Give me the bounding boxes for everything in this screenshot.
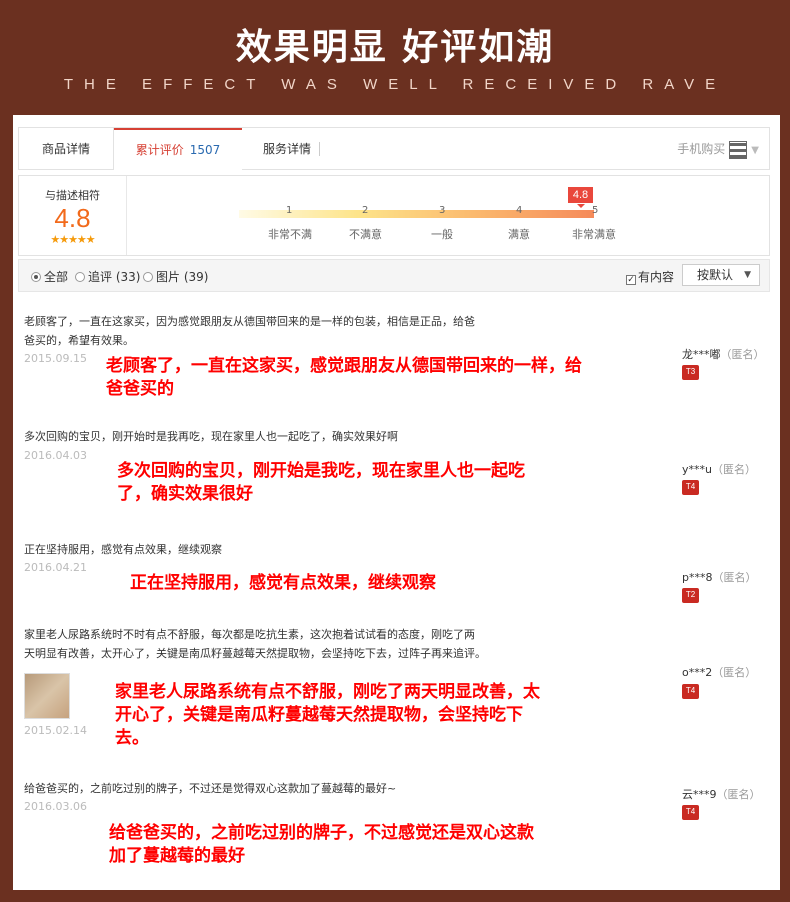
- sort-label: 按默认: [697, 268, 734, 282]
- review-text-line: 多次回购的宝贝，刚开始时是我再吃，现在家里人也一起吃了，确实效果好啊: [24, 430, 398, 443]
- review-count: 1507: [189, 143, 221, 157]
- annotation-line: 多次回购的宝贝，刚开始是我吃，现在家里人也一起吃: [117, 461, 525, 481]
- has-content-label: 有内容: [638, 270, 675, 284]
- tab-bar: 商品详情 累计评价 1507 服务详情 手机购买 ▼: [18, 127, 770, 171]
- reviewer-name[interactable]: 云***9（匿名）: [682, 786, 761, 802]
- filter-append-label: 追评 (33): [88, 270, 141, 284]
- annotation-line: 去。: [115, 728, 149, 748]
- tab-reviews-label: 累计评价: [135, 143, 184, 157]
- reviewer-name[interactable]: p***8（匿名）: [682, 569, 756, 585]
- review-date: 2015.09.15: [24, 352, 87, 365]
- review-date: 2016.03.06: [24, 800, 87, 813]
- review-annotation: 正在坚持服用，感觉有点效果，继续观察: [130, 572, 436, 595]
- tab-product-details[interactable]: 商品详情: [19, 128, 114, 170]
- reviews-panel: 商品详情 累计评价 1507 服务详情 手机购买 ▼ 与描述相符 4.8 ★★★★★…: [13, 115, 780, 890]
- review-annotation: 老顾客了，一直在这家买，感觉跟朋友从德国带回来的一样，给 爸爸买的: [106, 355, 582, 401]
- reviewer-id: y***u: [682, 463, 712, 476]
- annotation-line: 开心了，关键是南瓜籽蔓越莓天然提取物，会坚持吃下: [115, 705, 523, 725]
- annotation-line: 给爸爸买的，之前吃过别的牌子，不过感觉还是双心这款: [109, 823, 534, 843]
- tmall-level-badge: T2: [682, 588, 699, 603]
- tick-label-2: 不满意: [349, 228, 382, 241]
- star-rating-icon: ★★★★★: [50, 233, 95, 246]
- checkmark-icon: ✓: [626, 275, 636, 285]
- filter-append[interactable]: 追评 (33): [75, 268, 140, 285]
- hero-title: 效果明显 好评如潮: [235, 27, 555, 68]
- review-text-line: 家里老人尿路系统时不时有点不舒服，每次都是吃抗生素，这次抱着试试看的态度，刚吃了…: [24, 628, 475, 641]
- review-text: 给爸爸买的，之前吃过别的牌子，不过还是觉得双心这款加了蔓越莓的最好~: [24, 779, 396, 798]
- hero-subtitle: THE EFFECT WAS WELL RECEIVED RAVE: [63, 76, 727, 93]
- tick-5: 5: [592, 205, 599, 216]
- chevron-down-icon: ▼: [744, 270, 751, 280]
- tick-1: 1: [286, 205, 293, 216]
- filter-photos-label: 图片 (39): [156, 270, 209, 284]
- tmall-level-badge: T4: [682, 480, 699, 495]
- reviewer-name[interactable]: o***2（匿名）: [682, 664, 756, 680]
- annotation-line: 家里老人尿路系统有点不舒服，刚吃了两天明显改善，太: [115, 682, 540, 702]
- review-annotation: 给爸爸买的，之前吃过别的牌子，不过感觉还是双心这款 加了蔓越莓的最好: [109, 822, 534, 868]
- reviewer-id: 龙***嘟: [682, 348, 721, 361]
- annotation-line: 了，确实效果很好: [117, 484, 253, 504]
- review-text: 多次回购的宝贝，刚开始时是我再吃，现在家里人也一起吃了，确实效果好啊: [24, 427, 398, 446]
- tmall-level-badge: T4: [682, 805, 699, 820]
- reviewer-name[interactable]: y***u（匿名）: [682, 461, 756, 477]
- annotation-line: 加了蔓越莓的最好: [109, 846, 245, 866]
- filter-photos[interactable]: 图片 (39): [143, 268, 208, 285]
- review-photo-thumbnail[interactable]: [24, 673, 70, 719]
- anonymous-tag: （匿名）: [712, 666, 757, 679]
- annotation-line: 正在坚持服用，感觉有点效果，继续观察: [130, 573, 436, 593]
- tmall-level-badge: T4: [682, 684, 699, 699]
- radio-icon: [143, 272, 153, 282]
- review-text: 老顾客了，一直在这家买，因为感觉跟朋友从德国带回来的是一样的包装，相信是正品，给…: [24, 312, 475, 350]
- tick-label-3: 一般: [431, 228, 453, 241]
- tab-divider: [319, 142, 320, 156]
- mobile-buy-label: 手机购买: [677, 142, 726, 156]
- rating-summary: 与描述相符 4.8 ★★★★★ 4.8 1 2 3 4 5 非常不满 不满意 一…: [18, 175, 770, 256]
- annotation-line: 爸爸买的: [106, 379, 174, 399]
- radio-selected-icon: [31, 272, 41, 282]
- tick-4: 4: [516, 205, 523, 216]
- review-text: 家里老人尿路系统时不时有点不舒服，每次都是吃抗生素，这次抱着试试看的态度，刚吃了…: [24, 625, 486, 663]
- tick-3: 3: [439, 205, 446, 216]
- review-date: 2016.04.03: [24, 449, 87, 462]
- anonymous-tag: （匿名）: [720, 348, 765, 361]
- radio-icon: [75, 272, 85, 282]
- anonymous-tag: （匿名）: [716, 788, 761, 801]
- review-annotation: 家里老人尿路系统有点不舒服，刚吃了两天明显改善，太 开心了，关键是南瓜籽蔓越莓天然…: [115, 681, 540, 750]
- review-text-line: 爸买的，希望有效果。: [24, 334, 134, 347]
- has-content-checkbox[interactable]: ✓ 有内容: [626, 268, 674, 285]
- review-annotation: 多次回购的宝贝，刚开始是我吃，现在家里人也一起吃 了，确实效果很好: [117, 460, 525, 506]
- filter-all-label: 全部: [44, 270, 69, 284]
- tick-2: 2: [362, 205, 369, 216]
- filter-bar: 全部 追评 (33) 图片 (39) ✓ 有内容 按默认 ▼: [18, 259, 770, 292]
- qr-code-icon: [729, 140, 748, 159]
- score-label: 与描述相符: [45, 189, 100, 202]
- tmall-level-badge: T3: [682, 365, 699, 380]
- review-text-line: 老顾客了，一直在这家买，因为感觉跟朋友从德国带回来的是一样的包装，相信是正品，给…: [24, 315, 475, 328]
- review-text-line: 正在坚持服用，感觉有点效果，继续观察: [24, 543, 222, 556]
- tab-reviews[interactable]: 累计评价 1507: [114, 128, 242, 171]
- tick-label-5: 非常满意: [572, 228, 616, 241]
- score-marker: 4.8: [568, 187, 593, 208]
- sort-dropdown[interactable]: 按默认 ▼: [682, 264, 760, 286]
- review-text: 正在坚持服用，感觉有点效果，继续观察: [24, 540, 222, 559]
- score-area: 与描述相符 4.8 ★★★★★: [19, 176, 127, 255]
- review-text-line: 天明显有改善，太开心了，关键是南瓜籽蔓越莓天然提取物，会坚持吃下去，过阵子再来追…: [24, 647, 486, 660]
- review-date: 2016.04.21: [24, 561, 87, 574]
- score-value: 4.8: [54, 203, 91, 233]
- anonymous-tag: （匿名）: [712, 571, 757, 584]
- reviewer-id: 云***9: [682, 788, 717, 801]
- reviewer-name[interactable]: 龙***嘟（匿名）: [682, 346, 765, 362]
- filter-all[interactable]: 全部: [31, 268, 68, 285]
- tick-label-4: 满意: [508, 228, 530, 241]
- anonymous-tag: （匿名）: [711, 463, 756, 476]
- mobile-buy-link[interactable]: 手机购买 ▼: [677, 128, 759, 170]
- chevron-down-icon: ▼: [751, 145, 759, 156]
- review-date: 2015.02.14: [24, 724, 87, 737]
- tick-label-1: 非常不满: [268, 228, 312, 241]
- review-text-line: 给爸爸买的，之前吃过别的牌子，不过还是觉得双心这款加了蔓越莓的最好~: [24, 782, 397, 795]
- annotation-line: 老顾客了，一直在这家买，感觉跟朋友从德国带回来的一样，给: [106, 356, 582, 376]
- reviewer-id: p***8: [682, 571, 713, 584]
- reviewer-id: o***2: [682, 666, 713, 679]
